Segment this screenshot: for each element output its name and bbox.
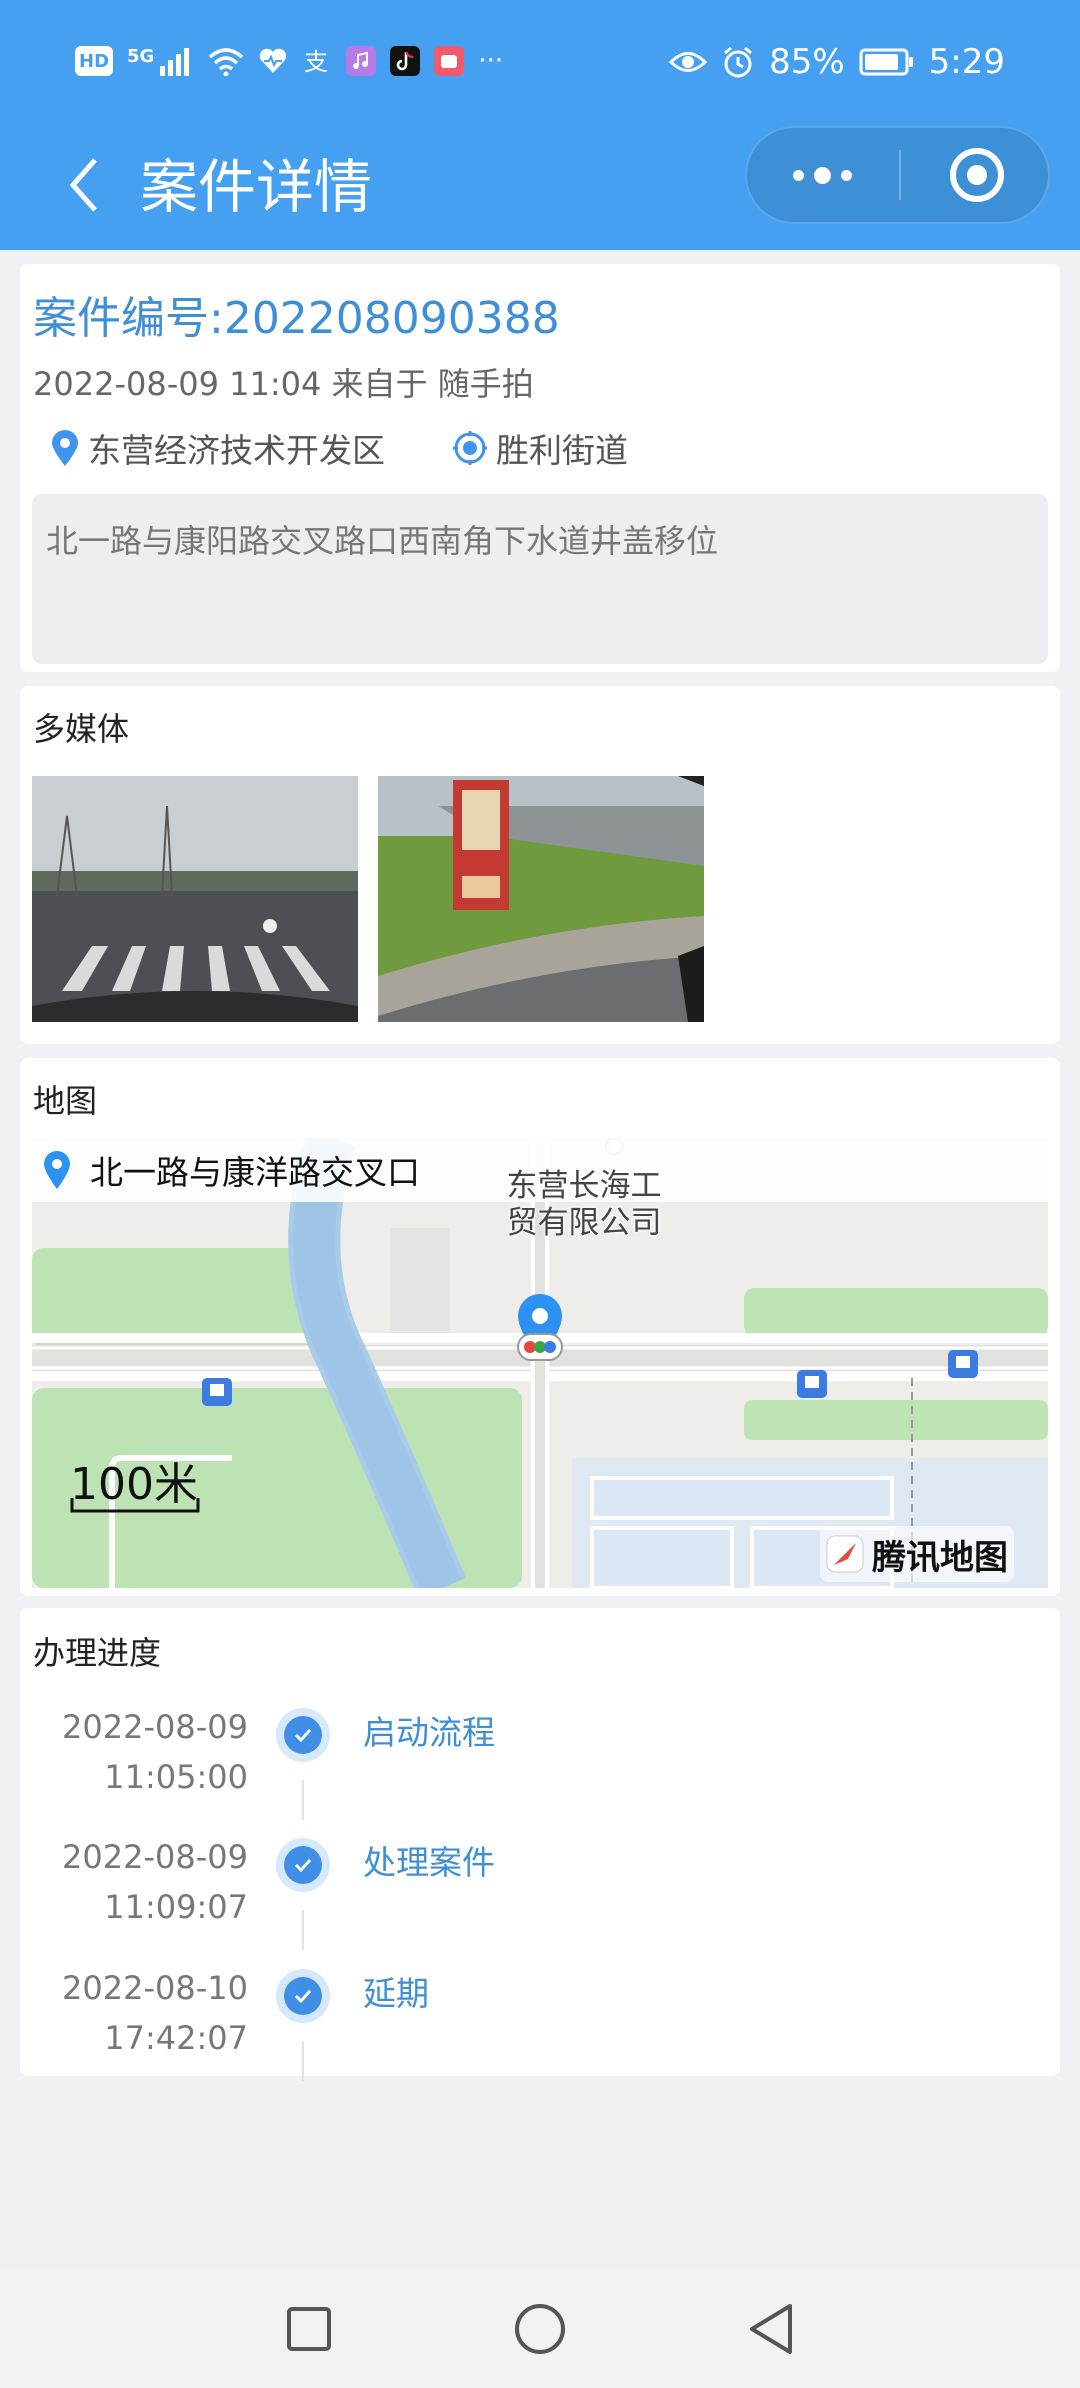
timeline-date: 2022-08-09 bbox=[62, 1708, 248, 1746]
progress-card: 办理进度 2022-08-09 11:05:00 启动流程 2022-08-09… bbox=[20, 1608, 1060, 2081]
timeline-time: 11:05:00 bbox=[104, 1758, 248, 1796]
check-icon bbox=[276, 1969, 330, 2023]
alarm-icon bbox=[724, 46, 753, 78]
status-right: 85% 5:29 bbox=[669, 42, 1005, 82]
case-meta: 2022-08-09 11:04 来自于 随手拍 bbox=[33, 365, 534, 403]
clock: 5:29 bbox=[928, 42, 1005, 82]
more-button[interactable] bbox=[747, 128, 897, 222]
eye-icon bbox=[669, 52, 708, 72]
system-nav-bar bbox=[0, 2270, 1080, 2388]
location-pin-icon bbox=[52, 430, 78, 466]
target-location-icon bbox=[453, 431, 487, 465]
status-left: HD 5G 支 ··· bbox=[75, 46, 503, 76]
status-bar: HD 5G 支 ··· 85% 5:29 bbox=[0, 0, 1080, 130]
back-nav-button[interactable] bbox=[736, 2294, 806, 2364]
street-tag: 胜利街道 bbox=[452, 424, 628, 472]
circle-icon bbox=[515, 2304, 565, 2354]
case-description: 北一路与康阳路交叉路口西南角下水道井盖移位 bbox=[32, 494, 1048, 664]
back-button[interactable] bbox=[40, 140, 130, 230]
timeline-label: 启动流程 bbox=[363, 1713, 495, 1752]
timeline-item: 2022-08-09 11:09:07 处理案件 bbox=[20, 1832, 1060, 1962]
timeline-connector bbox=[302, 1910, 304, 1950]
tencent-map-logo-icon bbox=[826, 1535, 864, 1573]
district-label: 东营经济技术开发区 bbox=[88, 431, 385, 470]
timeline-item: 2022-08-10 17:42:07 延期 bbox=[20, 1963, 1060, 2093]
network-type: 5G bbox=[127, 46, 155, 67]
timeline-datetime: 2022-08-09 11:09:07 bbox=[62, 1832, 248, 1932]
timeline-label: 处理案件 bbox=[363, 1843, 495, 1882]
battery-icon bbox=[859, 48, 913, 76]
mini-program-capsule bbox=[745, 126, 1050, 224]
location-pin-icon bbox=[44, 1151, 70, 1189]
timeline-datetime: 2022-08-10 17:42:07 bbox=[62, 1963, 248, 2063]
more-notifications-icon: ··· bbox=[478, 46, 504, 76]
timeline-time: 11:09:07 bbox=[104, 1888, 248, 1926]
map-section-title: 地图 bbox=[33, 1082, 98, 1120]
timeline-label: 延期 bbox=[363, 1974, 429, 2013]
health-icon bbox=[260, 48, 287, 73]
timeline-connector bbox=[302, 2041, 304, 2081]
timeline-connector bbox=[302, 1780, 304, 1820]
home-button[interactable] bbox=[505, 2294, 575, 2364]
media-section-title: 多媒体 bbox=[33, 710, 130, 748]
check-icon bbox=[276, 1838, 330, 1892]
tiktok-icon bbox=[390, 46, 421, 76]
square-icon bbox=[287, 2307, 331, 2351]
chevron-left-icon bbox=[69, 158, 97, 212]
case-number: 案件编号:202208090388 bbox=[33, 293, 560, 344]
timeline-item: 2022-08-09 11:05:00 启动流程 bbox=[20, 1702, 1060, 1832]
map-view[interactable]: 北一路与康洋路交叉口 东营长海工贸有限公司 100米 腾讯地图 bbox=[32, 1138, 1048, 1588]
music-icon bbox=[346, 46, 377, 76]
signal-icon bbox=[160, 48, 190, 76]
recent-apps-button[interactable] bbox=[274, 2294, 344, 2364]
map-brand: 腾讯地图 bbox=[820, 1526, 1014, 1582]
timeline-time: 17:42:07 bbox=[104, 2019, 248, 2057]
page-title: 案件详情 bbox=[140, 153, 373, 221]
map-poi-label: 东营长海工贸有限公司 bbox=[506, 1168, 662, 1241]
media-photo-2[interactable] bbox=[378, 776, 704, 1022]
battery-percent: 85% bbox=[769, 42, 845, 82]
progress-section-title: 办理进度 bbox=[33, 1634, 162, 1672]
map-address: 北一路与康洋路交叉口 bbox=[90, 1153, 420, 1192]
district-tag: 东营经济技术开发区 bbox=[50, 424, 385, 472]
capsule-divider bbox=[899, 150, 901, 200]
media-photo-1[interactable] bbox=[32, 776, 358, 1022]
target-icon bbox=[950, 148, 1004, 202]
wifi-icon bbox=[209, 48, 244, 76]
check-icon bbox=[276, 1708, 330, 1762]
case-info-card: 案件编号:202208090388 2022-08-09 11:04 来自于 随… bbox=[20, 264, 1060, 672]
svg-text:支: 支 bbox=[304, 48, 328, 76]
close-mini-program-button[interactable] bbox=[902, 128, 1052, 222]
nav-bar: 案件详情 bbox=[0, 126, 1080, 250]
timeline-date: 2022-08-10 bbox=[62, 1969, 248, 2007]
timeline-date: 2022-08-09 bbox=[62, 1838, 248, 1876]
hd-badge: HD bbox=[75, 46, 114, 76]
media-card: 多媒体 bbox=[20, 686, 1060, 1044]
alipay-icon: 支 bbox=[304, 48, 328, 76]
street-label: 胜利街道 bbox=[496, 431, 628, 470]
app-icon bbox=[434, 46, 465, 76]
timeline-datetime: 2022-08-09 11:05:00 bbox=[62, 1702, 248, 1802]
map-card: 地图 北一路与康洋路交叉口 东营长海工贸有限公司 100米 腾讯地图 bbox=[20, 1058, 1060, 1596]
triangle-back-icon bbox=[750, 2304, 792, 2354]
map-scale-label: 100米 bbox=[70, 1459, 198, 1510]
header: HD 5G 支 ··· 85% 5:29 案件详情 bbox=[0, 0, 1080, 250]
